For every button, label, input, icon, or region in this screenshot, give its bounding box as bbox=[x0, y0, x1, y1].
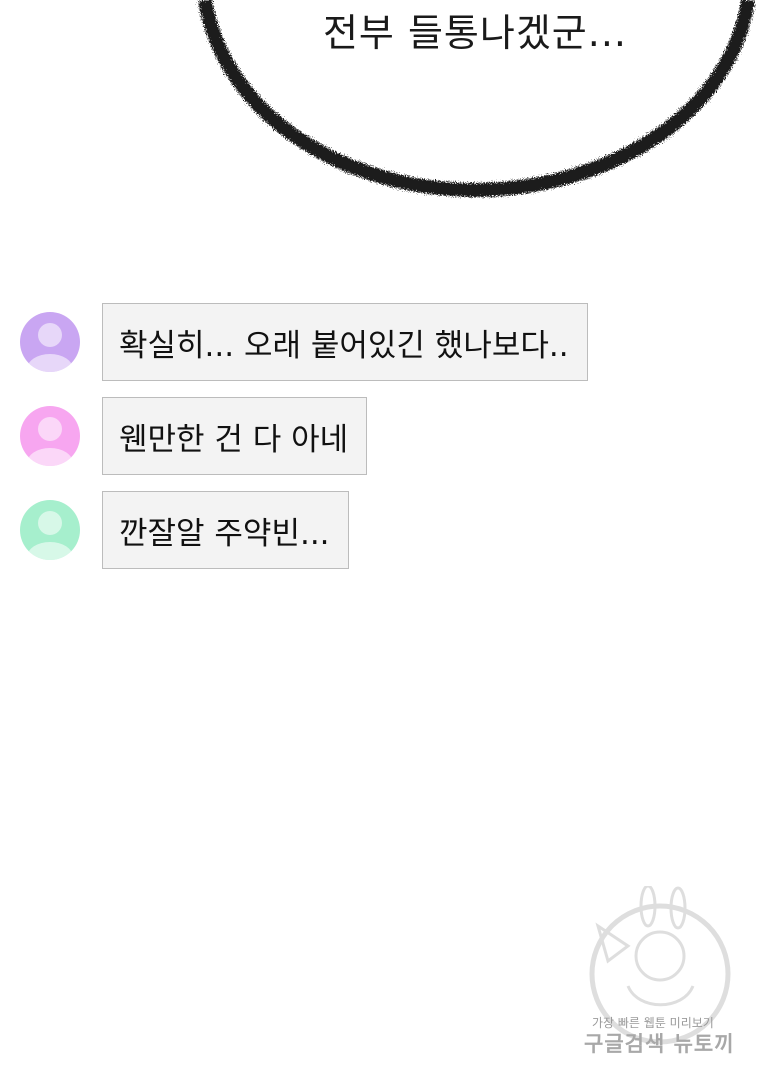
watermark-title: 구글검색 뉴토끼 bbox=[584, 1032, 735, 1056]
chat-message-row: 웬만한 건 다 아네 bbox=[20, 396, 740, 476]
message-bubble: 깐잘알 주약빈... bbox=[102, 491, 349, 569]
message-bubble: 확실히... 오래 붙어있긴 했나보다.. bbox=[102, 303, 588, 381]
avatar bbox=[20, 406, 80, 466]
avatar bbox=[20, 500, 80, 560]
message-text: 확실히... 오래 붙어있긴 했나보다.. bbox=[119, 327, 569, 364]
message-text: 깐잘알 주약빈... bbox=[119, 515, 330, 552]
avatar-body-icon bbox=[27, 448, 73, 466]
avatar-body-icon bbox=[27, 542, 73, 560]
avatar-head-icon bbox=[38, 417, 62, 441]
message-text: 웬만한 건 다 아네 bbox=[119, 421, 349, 458]
avatar-head-icon bbox=[38, 511, 62, 535]
avatar bbox=[20, 312, 80, 372]
speech-bubble: 전부 들통나겠군... bbox=[0, 0, 760, 210]
speech-bubble-text: 전부 들통나겠군... bbox=[322, 11, 628, 55]
avatar-body-icon bbox=[27, 354, 73, 372]
message-bubble: 웬만한 건 다 아네 bbox=[102, 397, 368, 475]
chat-list: 확실히... 오래 붙어있긴 했나보다.. 웬만한 건 다 아네 깐잘알 주약빈… bbox=[20, 302, 740, 584]
chat-message-row: 깐잘알 주약빈... bbox=[20, 490, 740, 570]
chat-message-row: 확실히... 오래 붙어있긴 했나보다.. bbox=[20, 302, 740, 382]
avatar-head-icon bbox=[38, 323, 62, 347]
